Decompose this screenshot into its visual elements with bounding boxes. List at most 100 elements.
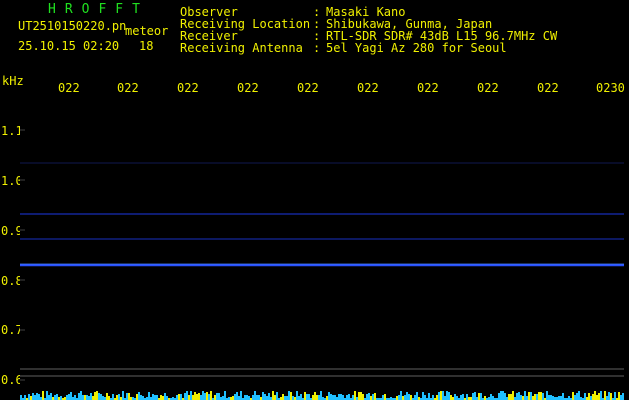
filename-label: UT2510150220.pn <box>18 19 127 33</box>
x-tick: 022 <box>477 81 499 95</box>
noise-bar <box>370 396 372 400</box>
noise-bar <box>186 391 188 400</box>
noise-bar <box>312 395 314 400</box>
noise-bar <box>32 393 34 400</box>
x-tick: 022 <box>237 81 259 95</box>
x-tick: 022 <box>417 81 439 95</box>
noise-bar <box>384 394 386 400</box>
noise-bar <box>592 394 594 400</box>
noise-bar <box>82 395 84 400</box>
noise-bar <box>480 393 482 400</box>
noise-bar <box>218 393 220 400</box>
noise-bar <box>80 391 82 400</box>
noise-bar <box>118 394 120 400</box>
noise-bar <box>216 393 218 400</box>
noise-bar <box>198 393 200 400</box>
noise-bar <box>620 395 622 400</box>
noise-bar <box>318 395 320 400</box>
noise-bar <box>360 392 362 400</box>
noise-bar <box>618 392 620 400</box>
noise-bar <box>560 396 562 400</box>
noise-bar <box>88 396 90 400</box>
noise-bar <box>96 391 98 400</box>
noise-bar <box>410 395 412 400</box>
noise-bar <box>164 393 166 400</box>
noise-bar <box>422 392 424 400</box>
noise-bar <box>510 394 512 400</box>
noise-bar <box>540 392 542 400</box>
noise-bar <box>48 395 50 400</box>
app-title: HROFFT <box>48 2 149 17</box>
noise-bar <box>290 392 292 400</box>
noise-bar <box>408 394 410 400</box>
antenna-label: Receiving Antenna <box>180 41 303 55</box>
noise-bar <box>282 394 284 400</box>
noise-bar <box>532 396 534 400</box>
noise-bar <box>520 395 522 400</box>
noise-bar <box>326 396 328 400</box>
noise-bar <box>466 394 468 400</box>
noise-bar <box>258 395 260 400</box>
noise-bar <box>354 391 356 400</box>
noise-bar <box>140 395 142 400</box>
noise-bar <box>274 395 276 400</box>
noise-bar <box>60 396 62 400</box>
noise-bar <box>610 393 612 400</box>
noise-bar <box>194 392 196 400</box>
spectrogram-svg <box>20 129 624 400</box>
noise-bar <box>362 394 364 400</box>
noise-bar <box>288 391 290 400</box>
noise-bar <box>552 396 554 400</box>
noise-bar <box>352 395 354 400</box>
noise-bar <box>100 394 102 400</box>
noise-bar <box>66 395 68 400</box>
noise-bar <box>92 396 94 400</box>
noise-bar <box>28 394 30 400</box>
noise-bar <box>542 393 544 400</box>
noise-bar <box>152 394 154 400</box>
noise-bar <box>450 395 452 400</box>
noise-bar <box>70 392 72 400</box>
noise-bar <box>178 394 180 400</box>
noise-bar <box>54 395 56 400</box>
noise-bar <box>446 391 448 400</box>
noise-bar <box>108 396 110 400</box>
noise-bar <box>50 393 52 400</box>
noise-bar <box>308 394 310 400</box>
noise-bar <box>404 395 406 400</box>
noise-bar <box>268 393 270 400</box>
noise-bar <box>374 393 376 400</box>
noise-bar <box>598 393 600 400</box>
noise-bar <box>536 394 538 400</box>
noise-bar <box>34 395 36 400</box>
noise-bar <box>330 394 332 400</box>
noise-bar <box>154 395 156 400</box>
noise-bar <box>400 391 402 400</box>
noise-bar <box>622 393 624 400</box>
noise-bar <box>502 391 504 400</box>
noise-bar <box>234 394 236 400</box>
noise-bar <box>206 392 208 400</box>
noise-bar <box>546 391 548 400</box>
noise-bar <box>584 393 586 400</box>
noise-bar <box>578 391 580 400</box>
noise-bar <box>56 394 58 400</box>
noise-bar <box>122 391 124 400</box>
noise-bar <box>240 391 242 400</box>
noise-bar <box>90 393 92 400</box>
noise-bar <box>78 393 80 400</box>
noise-bar <box>428 393 430 400</box>
noise-bar <box>522 396 524 400</box>
noise-bar <box>382 395 384 400</box>
noise-bar <box>572 392 574 400</box>
x-tick: 0230 <box>596 81 625 95</box>
noise-bar <box>456 396 458 400</box>
noise-bar <box>596 395 598 400</box>
x-tick: 022 <box>297 81 319 95</box>
noise-bar <box>484 396 486 400</box>
noise-bar <box>432 395 434 400</box>
noise-bar <box>604 391 606 400</box>
noise-bar <box>138 392 140 400</box>
noise-bar <box>558 396 560 400</box>
noise-bar <box>548 395 550 400</box>
